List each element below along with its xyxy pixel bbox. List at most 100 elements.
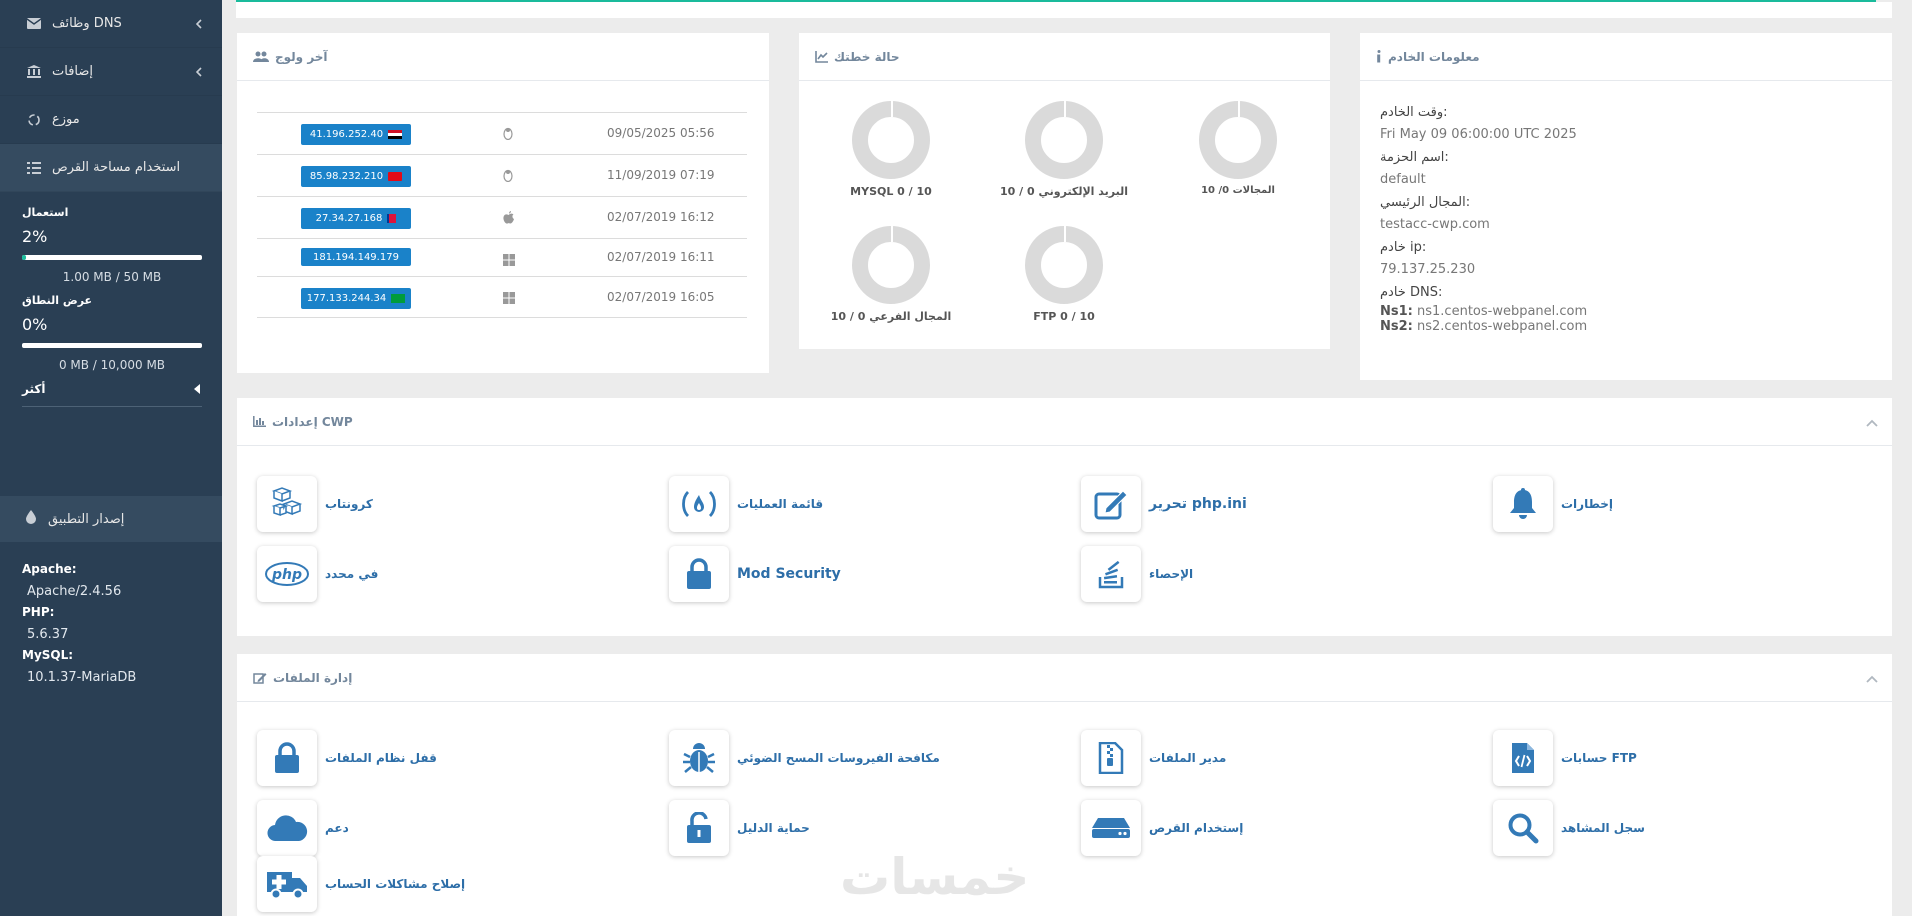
bandwidth-label: عرض النطاق xyxy=(22,294,93,307)
last-login-panel: آخر ولوج 41.196.252.40 09/05/2025 05:56 … xyxy=(237,33,769,373)
apache-key: Apache: xyxy=(22,562,77,576)
ip-badge: 181.194.149.179 xyxy=(301,248,411,266)
process-list-label: قائمة العمليات xyxy=(737,497,824,511)
login-date: 09/05/2025 05:56 xyxy=(607,126,715,140)
ip-address: 181.194.149.179 xyxy=(313,251,399,263)
php-version: 5.6.37 xyxy=(27,627,69,642)
table-row: 85.98.232.210 11/09/2019 07:19 xyxy=(257,154,747,196)
apache-version: Apache/2.4.56 xyxy=(27,584,122,599)
plan-status-header: حالة خطتك xyxy=(799,33,1330,81)
fix-account-label: إصلاح مشاكلات الحساب xyxy=(325,877,466,891)
cloud-icon xyxy=(257,800,317,856)
file-management-panel: إدارة الملفات قفل نظام الملفات مكافحة ال… xyxy=(237,654,1892,916)
email-quota: البريد الإلكتروني 0 / 10 xyxy=(989,101,1139,198)
antivirus-tile[interactable]: مكافحة الفيروسات المسح الضوئي xyxy=(669,730,940,786)
ip-address: 177.133.244.34 xyxy=(306,293,387,304)
ip-badge: 85.98.232.210 xyxy=(301,166,411,187)
filesystem-lock-tile[interactable]: قفل نظام الملفات xyxy=(257,730,437,786)
ns1-value: ns1.centos-webpanel.com xyxy=(1417,304,1588,319)
chevron-up-icon[interactable] xyxy=(1866,672,1878,686)
disk-usage-percent: 2% xyxy=(22,227,48,246)
users-icon xyxy=(253,51,269,62)
backup-tile[interactable]: دعم xyxy=(257,800,349,856)
apple-icon xyxy=(503,209,514,228)
ns2-key: Ns2: xyxy=(1380,319,1413,334)
login-date: 11/09/2019 07:19 xyxy=(607,168,715,182)
ambulance-icon xyxy=(257,856,317,912)
app-version-header[interactable]: إصدار التطبيق xyxy=(0,496,222,542)
file-management-title: إدارة الملفات xyxy=(273,670,353,685)
ftp-donut xyxy=(1025,226,1103,304)
server-time-value: Fri May 09 06:00:00 UTC 2025 xyxy=(1380,127,1577,142)
table-row: 181.194.149.179 02/07/2019 16:11 xyxy=(257,238,747,276)
login-date: 02/07/2019 16:11 xyxy=(607,250,715,264)
sidebar-item-addons[interactable]: إضافات xyxy=(0,48,222,96)
server-info-title: معلومات الخادم xyxy=(1388,49,1480,64)
directory-protection-tile[interactable]: حماية الدليل xyxy=(669,800,810,856)
sidebar-item-label: استخدام مساحة القرص xyxy=(52,160,181,175)
file-management-header: إدارة الملفات xyxy=(237,654,1892,702)
ns2-line: Ns2: ns2.centos-webpanel.com xyxy=(1380,319,1587,334)
watermark-logo: خمسات xyxy=(840,848,1030,906)
ip-badge: 41.196.252.40 xyxy=(301,124,411,145)
brazil-flag-icon xyxy=(391,294,406,303)
mysql-version: 10.1.37-MariaDB xyxy=(27,670,137,685)
sidebar-item-reseller[interactable]: موزع xyxy=(0,96,222,144)
edit-phpini-tile[interactable]: تحرير php.ini xyxy=(1081,476,1247,532)
package-name-value: default xyxy=(1380,172,1426,187)
main-domain-key: المجال الرئيسي: xyxy=(1380,195,1471,210)
file-manager-tile[interactable]: مدير الملفات xyxy=(1081,730,1226,786)
file-code-icon xyxy=(1493,730,1553,786)
hdd-icon xyxy=(1081,800,1141,856)
app-version-label: إصدار التطبيق xyxy=(48,511,125,527)
bug-icon xyxy=(669,730,729,786)
visitor-log-tile[interactable]: سجل المشاهد xyxy=(1493,800,1645,856)
crontab-tile[interactable]: كرونتاب xyxy=(257,476,373,532)
stack-icon xyxy=(1081,546,1141,602)
sidebar-item-dns[interactable]: وظائف DNS xyxy=(0,0,222,48)
fix-account-tile[interactable]: إصلاح مشاكلات الحساب xyxy=(257,856,465,912)
subdomain-quota: المجال الفرعي 0 / 10 xyxy=(816,226,966,323)
disk-usage-fill xyxy=(22,255,26,260)
file-manager-label: مدير الملفات xyxy=(1149,751,1227,765)
envelope-icon xyxy=(26,16,42,32)
version-list: Apache: Apache/2.4.56 PHP: 5.6.37 MySQL:… xyxy=(22,562,136,691)
windows-icon xyxy=(503,289,515,308)
unlock-icon xyxy=(669,800,729,856)
process-list-tile[interactable]: قائمة العمليات xyxy=(669,476,823,532)
cwp-settings-title: إعدادات CWP xyxy=(272,414,353,429)
recycle-icon xyxy=(26,112,42,128)
cwp-settings-header: إعدادات CWP xyxy=(237,398,1892,446)
login-date: 02/07/2019 16:12 xyxy=(607,210,715,224)
linux-icon xyxy=(503,125,513,144)
search-icon xyxy=(1493,800,1553,856)
ip-address: 85.98.232.210 xyxy=(309,171,384,182)
chevron-left-icon xyxy=(195,18,202,33)
php-selector-tile[interactable]: php في محدد xyxy=(257,546,378,602)
caret-left-icon xyxy=(194,384,200,394)
svg-text:php: php xyxy=(271,567,302,583)
ip-address: 41.196.252.40 xyxy=(309,129,384,140)
lock-icon xyxy=(257,730,317,786)
php-selector-label: في محدد xyxy=(325,567,379,581)
more-toggle[interactable]: أكثر xyxy=(22,382,202,407)
mod-security-tile[interactable]: Mod Security xyxy=(669,546,841,602)
ns1-line: Ns1: ns1.centos-webpanel.com xyxy=(1380,304,1587,319)
bell-icon xyxy=(1493,476,1553,532)
package-name-key: اسم الحزمة: xyxy=(1380,150,1449,165)
statistics-tile[interactable]: الإحصاء xyxy=(1081,546,1193,602)
chevron-up-icon[interactable] xyxy=(1866,416,1878,430)
notifications-tile[interactable]: إخطارات xyxy=(1493,476,1613,532)
sidebar-item-label: إضافات xyxy=(52,64,94,79)
filesystem-lock-label: قفل نظام الملفات xyxy=(325,751,437,765)
domains-quota-label: المجالات 0/ 10 xyxy=(1201,185,1275,196)
email-quota-label: البريد الإلكتروني 0 / 10 xyxy=(1000,185,1128,198)
disk-usage-tile[interactable]: إستخدام القرص xyxy=(1081,800,1243,856)
sidebar-item-disk-usage[interactable]: استخدام مساحة القرص xyxy=(0,144,222,192)
mysql-quota: MYSQL 0 / 10 xyxy=(816,101,966,198)
mod-security-label: Mod Security xyxy=(737,566,841,582)
ftp-accounts-tile[interactable]: حسابات FTP xyxy=(1493,730,1637,786)
lock-icon xyxy=(669,546,729,602)
sidebar-item-label: وظائف DNS xyxy=(52,16,122,31)
domains-donut xyxy=(1199,101,1277,179)
